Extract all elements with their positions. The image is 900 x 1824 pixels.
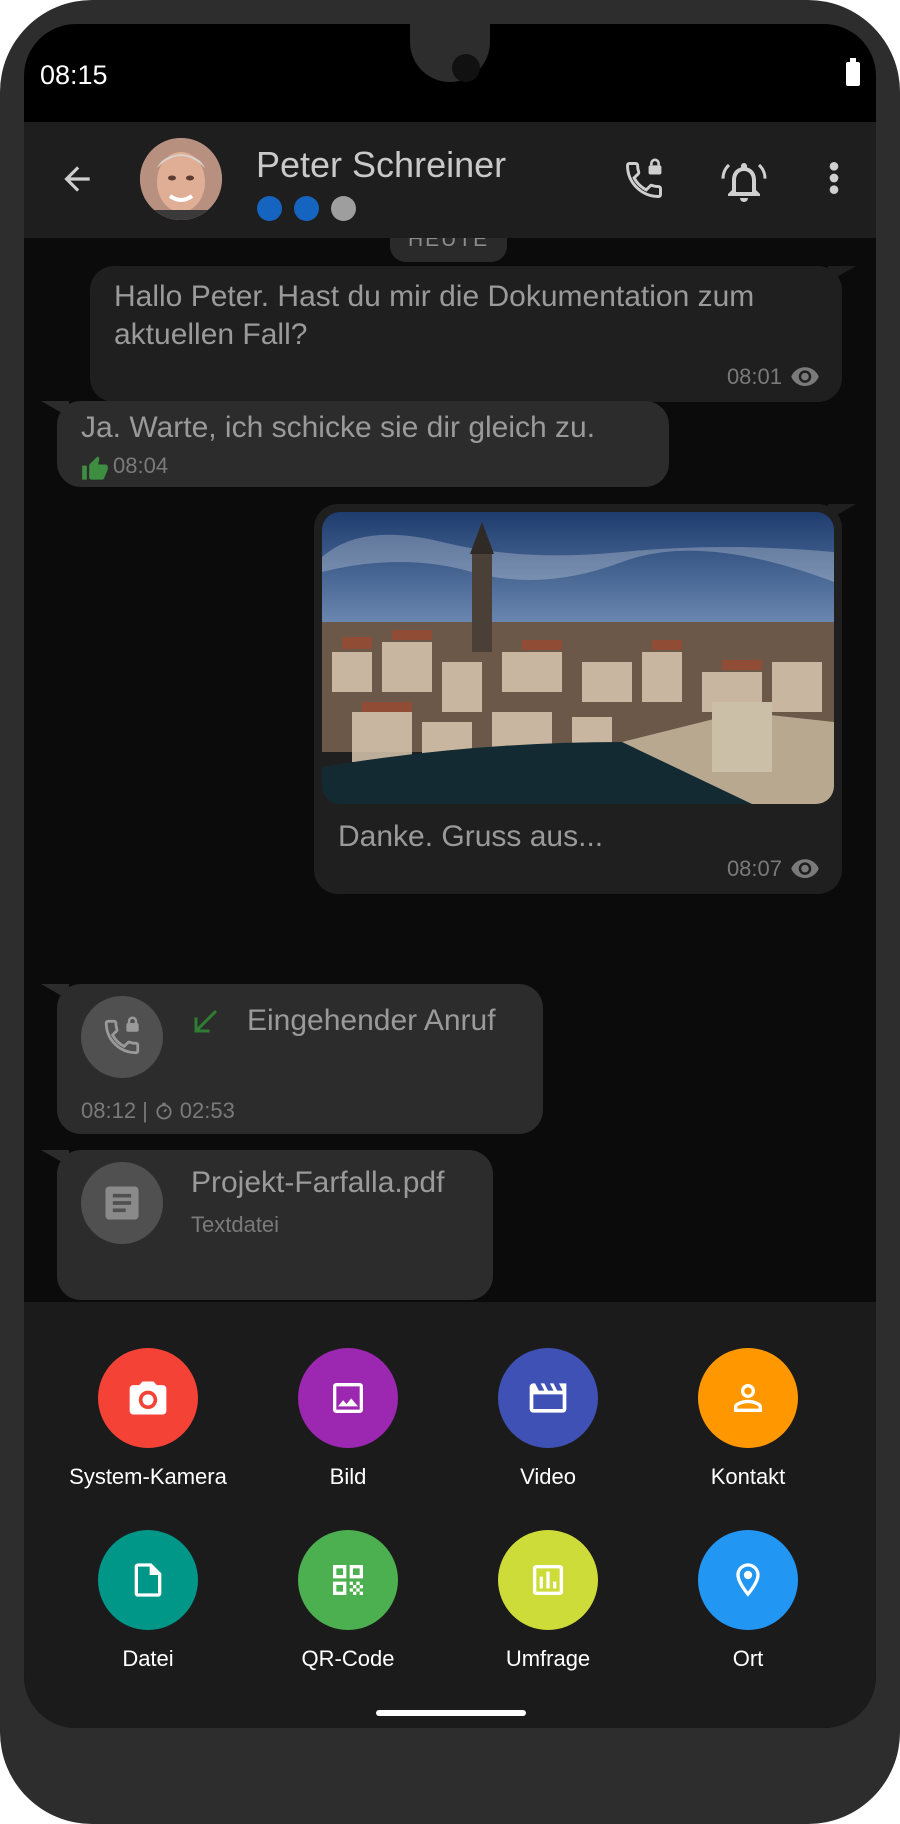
bubble-tail bbox=[41, 401, 69, 417]
bubble-tail bbox=[828, 266, 856, 282]
attach-video-button[interactable]: Video bbox=[448, 1348, 648, 1490]
back-button[interactable] bbox=[58, 160, 96, 203]
call-label: Eingehender Anruf bbox=[247, 1004, 496, 1037]
file-name: Projekt-Farfalla.pdf bbox=[191, 1166, 445, 1199]
document-icon bbox=[105, 1186, 139, 1220]
overflow-menu-button[interactable] bbox=[826, 158, 842, 203]
notifications-button[interactable] bbox=[720, 158, 768, 211]
separator: | bbox=[142, 1098, 148, 1123]
attach-label: Bild bbox=[329, 1464, 367, 1489]
file-type: Textdatei bbox=[191, 1212, 280, 1237]
city-photo bbox=[322, 512, 834, 804]
image-icon bbox=[298, 1348, 398, 1448]
status-time: 08:15 bbox=[40, 60, 108, 90]
attach-image-button[interactable]: Bild bbox=[248, 1348, 448, 1490]
file-message-bubble[interactable]: Projekt-Farfalla.pdf Textdatei bbox=[41, 1150, 493, 1300]
message-text: Hallo Peter. Hast du mir die Dokumentati… bbox=[114, 280, 755, 351]
trust-dot bbox=[257, 196, 282, 221]
attach-poll-button[interactable]: Umfrage bbox=[448, 1530, 648, 1672]
message-time: 08:04 bbox=[113, 453, 169, 478]
message-bubble-outgoing-image[interactable]: Danke. Gruss aus... 08:07 bbox=[314, 504, 856, 894]
attach-label: QR-Code bbox=[301, 1646, 395, 1671]
trust-level-indicator bbox=[257, 196, 356, 221]
avatar[interactable] bbox=[140, 138, 222, 220]
secure-phone-icon bbox=[104, 1016, 140, 1055]
attach-contact-button[interactable]: Kontakt bbox=[648, 1348, 848, 1490]
attach-qr-button[interactable]: QR-Code bbox=[248, 1530, 448, 1672]
call-button[interactable] bbox=[622, 158, 666, 207]
screen: 08:15 Peter Schreiner HEUTE Hallo Peter.… bbox=[24, 24, 876, 1728]
bell-ring-icon bbox=[721, 163, 767, 202]
file-avatar bbox=[81, 1162, 163, 1244]
trust-dot bbox=[331, 196, 356, 221]
attach-label: System-Kamera bbox=[69, 1464, 227, 1489]
attach-label: Kontakt bbox=[710, 1464, 786, 1489]
attach-label: Ort bbox=[732, 1646, 764, 1671]
read-receipt-eye-icon bbox=[791, 859, 819, 878]
timer-icon bbox=[156, 1102, 172, 1120]
bubble-tail bbox=[41, 984, 69, 1000]
attach-file-button[interactable]: Datei bbox=[48, 1530, 248, 1672]
message-bubble-outgoing[interactable]: Hallo Peter. Hast du mir die Dokumentati… bbox=[90, 266, 856, 402]
camera-icon bbox=[98, 1348, 198, 1448]
home-indicator[interactable] bbox=[376, 1710, 526, 1716]
trust-dot bbox=[294, 196, 319, 221]
location-icon bbox=[698, 1530, 798, 1630]
message-text: Ja. Warte, ich schicke sie dir gleich zu… bbox=[81, 411, 596, 444]
attach-location-button[interactable]: Ort bbox=[648, 1530, 848, 1672]
attach-label: Umfrage bbox=[505, 1646, 591, 1671]
date-separator: HEUTE bbox=[390, 238, 508, 262]
message-time: 08:07 bbox=[726, 856, 782, 881]
contact-icon bbox=[698, 1348, 798, 1448]
incoming-arrow-icon bbox=[194, 1010, 217, 1033]
contact-name[interactable]: Peter Schreiner bbox=[256, 144, 506, 186]
front-camera bbox=[452, 54, 480, 82]
bubble-tail bbox=[828, 504, 856, 520]
attach-label: Video bbox=[520, 1464, 576, 1489]
phone-frame: 08:15 Peter Schreiner HEUTE Hallo Peter.… bbox=[0, 0, 900, 1824]
attachment-sheet: System-Kamera Bild Video Kontakt Datei Q… bbox=[24, 1302, 876, 1728]
more-vertical-icon bbox=[829, 162, 839, 194]
message-list[interactable]: HEUTE Hallo Peter. Hast du mir die Dokum… bbox=[24, 238, 876, 1302]
thumbs-up-icon[interactable] bbox=[81, 455, 109, 481]
arrow-left-icon bbox=[64, 166, 90, 192]
bubble-tail bbox=[41, 1150, 69, 1166]
chat-header: Peter Schreiner bbox=[24, 122, 876, 238]
message-time: 08:01 bbox=[726, 364, 782, 389]
image-attachment[interactable] bbox=[322, 512, 834, 804]
call-meta: 08:12 | 02:53 bbox=[81, 1098, 235, 1124]
image-caption: Danke. Gruss aus... bbox=[338, 820, 604, 853]
call-duration: 02:53 bbox=[179, 1098, 235, 1123]
video-icon bbox=[498, 1348, 598, 1448]
attach-camera-button[interactable]: System-Kamera bbox=[48, 1348, 248, 1490]
call-message-bubble[interactable]: Eingehender Anruf 08:12 | 02:53 bbox=[41, 984, 543, 1134]
battery-icon bbox=[846, 58, 860, 86]
file-icon bbox=[98, 1530, 198, 1630]
attach-label: Datei bbox=[122, 1646, 174, 1671]
avatar-photo bbox=[140, 138, 222, 220]
call-avatar bbox=[81, 996, 163, 1078]
poll-icon bbox=[498, 1530, 598, 1630]
qr-code-icon bbox=[298, 1530, 398, 1630]
read-receipt-eye-icon bbox=[791, 367, 819, 386]
message-bubble-incoming[interactable]: Ja. Warte, ich schicke sie dir gleich zu… bbox=[41, 401, 669, 487]
secure-phone-icon bbox=[626, 158, 662, 198]
call-time: 08:12 bbox=[81, 1098, 137, 1123]
